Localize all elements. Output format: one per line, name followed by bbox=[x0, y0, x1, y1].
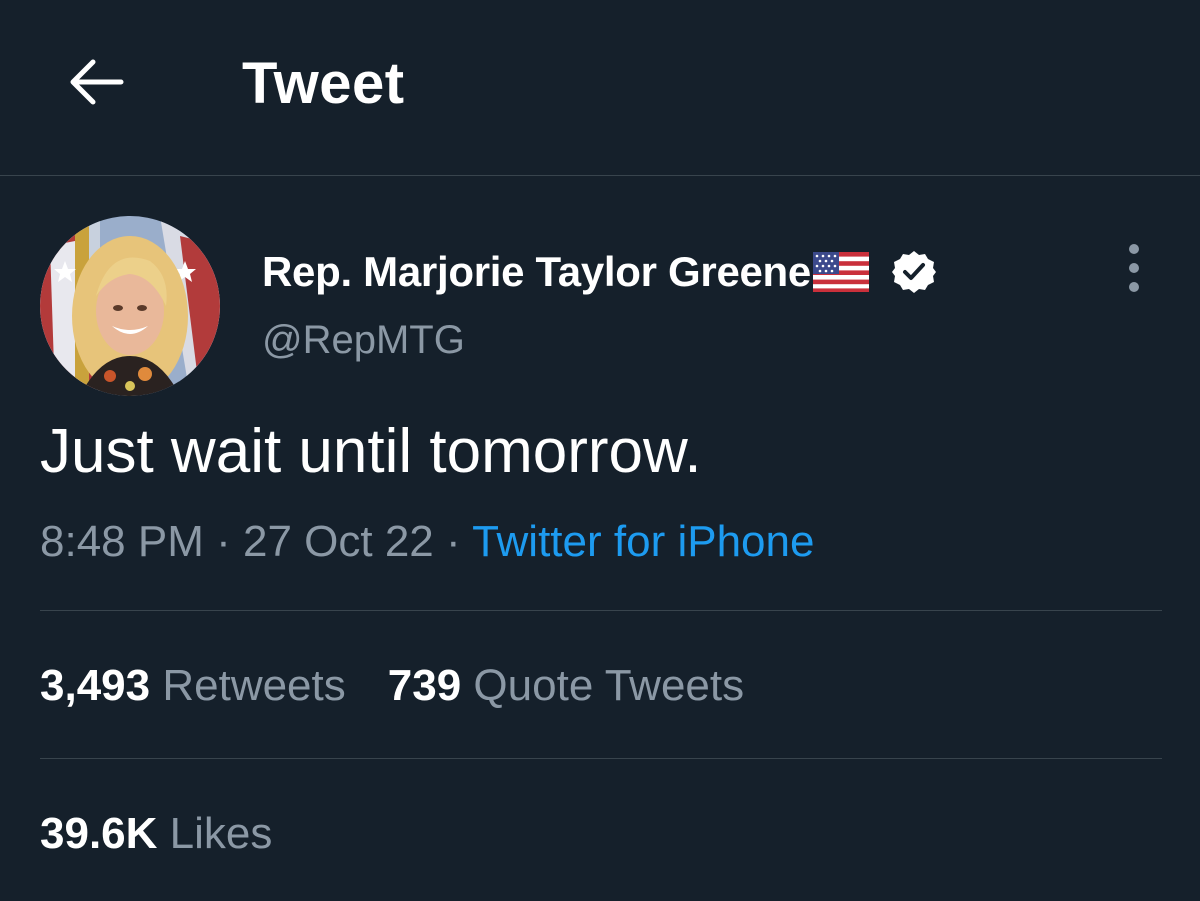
likes-count: 39.6K bbox=[40, 809, 158, 858]
more-dot-icon bbox=[1129, 263, 1139, 273]
more-dot-icon bbox=[1129, 282, 1139, 292]
retweets-stat[interactable]: 3,493 Retweets bbox=[40, 656, 346, 716]
likes-stat[interactable]: 39.6K Likes bbox=[40, 804, 272, 864]
arrow-left-icon bbox=[70, 59, 124, 105]
verified-badge-icon bbox=[891, 251, 936, 293]
meta-separator: · bbox=[433, 517, 473, 566]
retweets-count: 3,493 bbox=[40, 661, 151, 710]
author-name-row[interactable]: Rep. Marjorie Taylor Greene bbox=[262, 244, 937, 300]
more-dot-icon bbox=[1129, 244, 1139, 254]
tweet-source-link[interactable]: Twitter for iPhone bbox=[472, 517, 814, 566]
us-flag-icon bbox=[812, 252, 869, 292]
avatar-image bbox=[40, 216, 220, 396]
tweet-text: Just wait until tomorrow. bbox=[40, 417, 702, 486]
more-options-button[interactable] bbox=[1112, 244, 1156, 292]
tweet-time[interactable]: 8:48 PM bbox=[40, 517, 204, 566]
back-button[interactable] bbox=[60, 50, 130, 114]
tweet-meta: 8:48 PM · 27 Oct 22 · Twitter for iPhone bbox=[40, 512, 814, 572]
author-handle[interactable]: @RepMTG bbox=[262, 318, 465, 363]
retweets-label: Retweets bbox=[162, 661, 346, 710]
quote-tweets-label: Quote Tweets bbox=[473, 661, 745, 710]
quote-tweets-count: 739 bbox=[387, 661, 462, 710]
divider bbox=[40, 758, 1162, 759]
engagement-stats: 3,493 Retweets 739 Quote Tweets bbox=[40, 656, 786, 716]
avatar[interactable] bbox=[40, 216, 220, 396]
divider bbox=[40, 610, 1162, 611]
author-name: Rep. Marjorie Taylor Greene bbox=[262, 248, 811, 295]
page-title: Tweet bbox=[242, 51, 405, 116]
quote-tweets-stat[interactable]: 739 Quote Tweets bbox=[388, 656, 744, 716]
likes-label: Likes bbox=[169, 809, 273, 858]
tweet-date[interactable]: 27 Oct 22 bbox=[243, 517, 434, 566]
top-bar: Tweet bbox=[0, 0, 1200, 176]
meta-separator: · bbox=[203, 517, 243, 566]
